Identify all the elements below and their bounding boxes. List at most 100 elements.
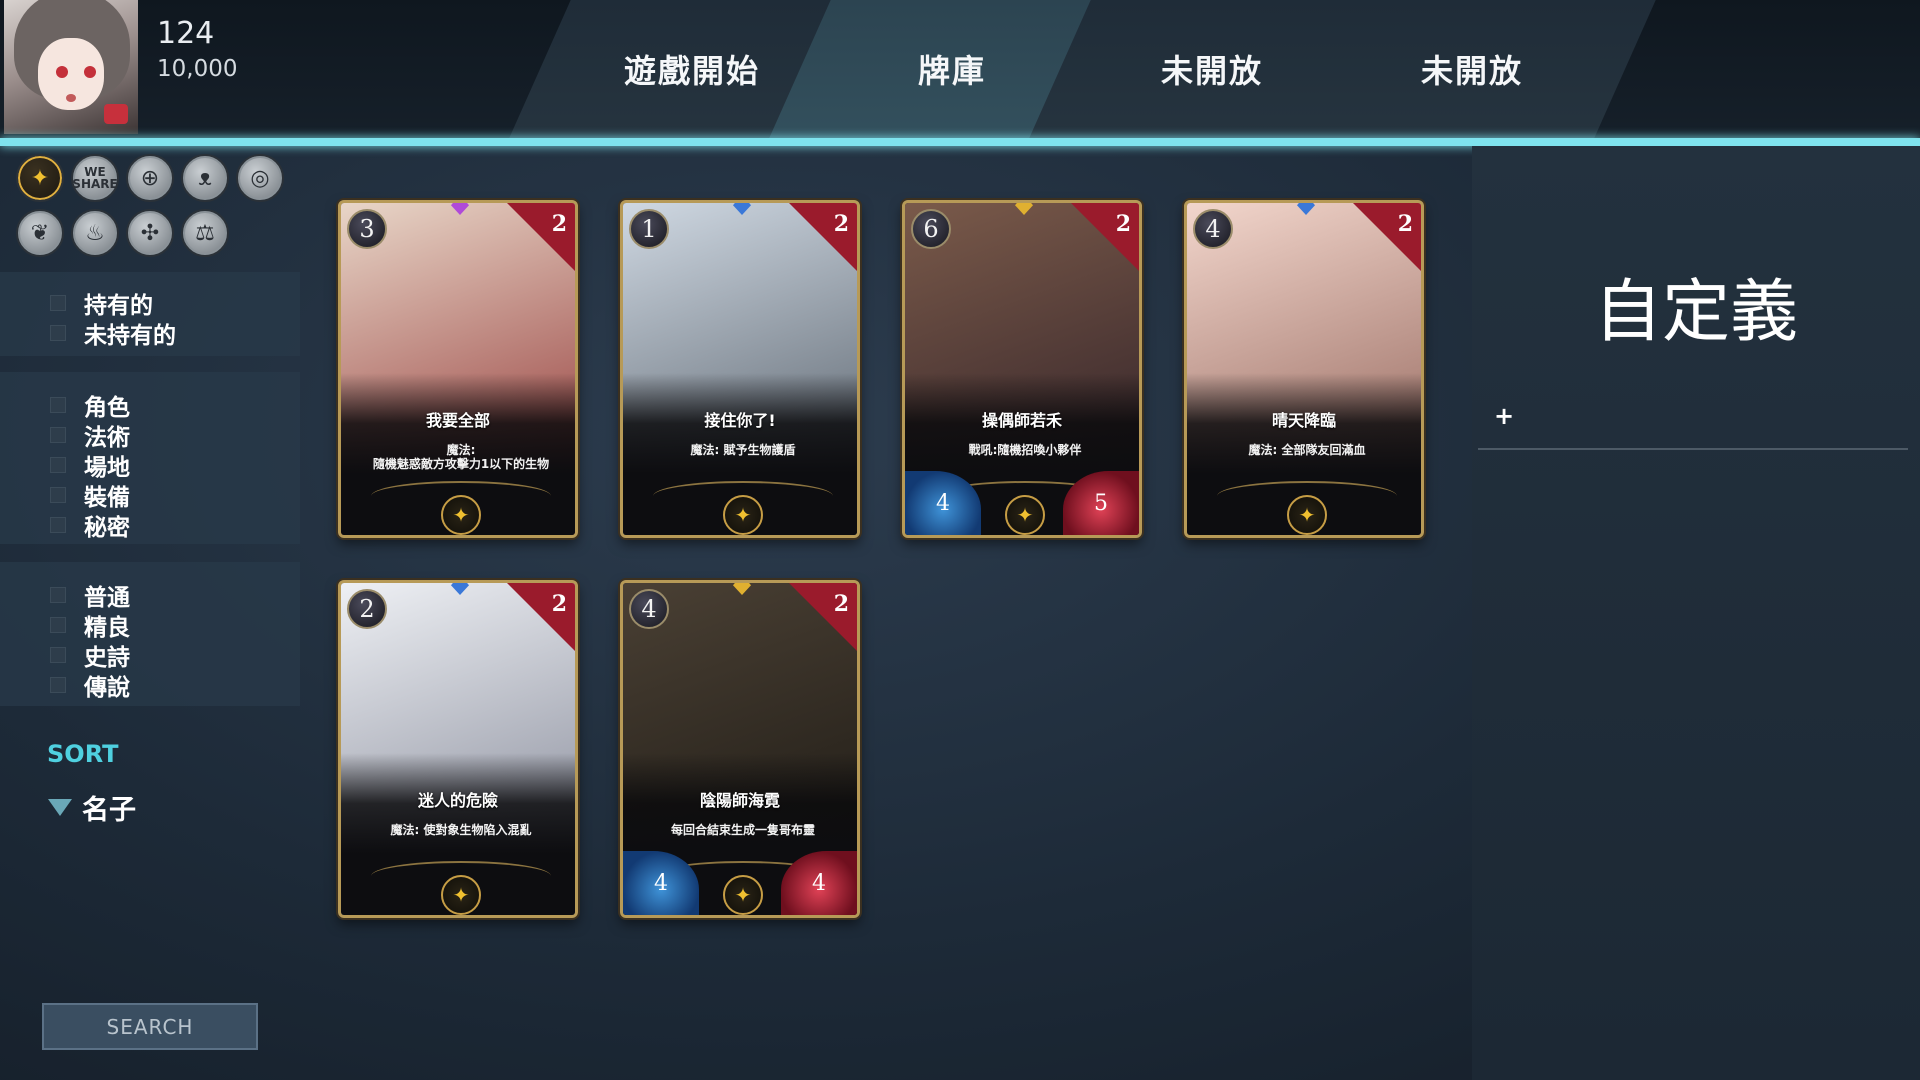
card-name: 我要全部: [425, 411, 490, 430]
card-desc-line: 每回合結束生成一隻哥布靈: [670, 823, 815, 837]
sort-title: SORT: [47, 740, 119, 768]
checkbox[interactable]: [50, 617, 66, 633]
card-count: 2: [833, 211, 849, 237]
tab-label: 未開放: [1421, 52, 1524, 90]
filter-not-owned[interactable]: 未持有的: [50, 316, 176, 350]
card-count: 2: [833, 591, 849, 617]
card[interactable]: 1 2 接住你了! 魔法: 賦予生物護盾 ✦: [620, 200, 860, 538]
type-filter-group: 角色 法術 場地 裝備 秘密: [0, 372, 300, 544]
divider: [1478, 448, 1908, 450]
text-logo-icon[interactable]: WE SHARE: [71, 154, 119, 202]
deck-panel-title: 自定義: [1593, 273, 1798, 352]
card-description: 魔法: 隨機魅惑敵方攻擊力1以下的生物: [351, 443, 571, 471]
filter-rarity-legendary[interactable]: 傳說: [50, 668, 130, 702]
tab-label: 未開放: [1161, 52, 1264, 90]
filter-type-field[interactable]: 場地: [50, 448, 130, 482]
filter-type-secret[interactable]: 秘密: [50, 508, 130, 542]
player-level: 124: [157, 16, 215, 51]
search-button[interactable]: SEARCH: [42, 1003, 258, 1050]
card-name: 接住你了!: [704, 411, 776, 430]
filter-rarity-common[interactable]: 普通: [50, 578, 130, 612]
filter-label: 史詩: [84, 645, 130, 671]
filter-type-character[interactable]: 角色: [50, 388, 130, 422]
checkbox[interactable]: [50, 647, 66, 663]
card-cost: 4: [1193, 209, 1233, 249]
checkbox[interactable]: [50, 427, 66, 443]
rarity-filter-group: 普通 精良 史詩 傳說: [0, 562, 300, 706]
rune-crest-icon[interactable]: ⊕: [126, 154, 174, 202]
checkbox[interactable]: [50, 487, 66, 503]
swirl-icon[interactable]: ◎: [236, 154, 284, 202]
card-desc-line: 隨機魅惑敵方攻擊力1以下的生物: [372, 457, 550, 471]
butterfly-icon: ✦: [441, 875, 481, 915]
card-desc-line: 魔法: 全部隊友回滿血: [1248, 443, 1366, 457]
filter-label: 持有的: [84, 293, 153, 319]
leaf-swirl-icon[interactable]: ❦: [16, 209, 64, 257]
filter-rarity-epic[interactable]: 史詩: [50, 638, 130, 672]
card-count: 2: [1397, 211, 1413, 237]
cat-face-icon[interactable]: ᴥ: [181, 154, 229, 202]
card-cost: 2: [347, 589, 387, 629]
card-count: 2: [551, 211, 567, 237]
card-description: 戰吼:隨機招喚小夥伴: [915, 443, 1135, 457]
checkbox[interactable]: [50, 325, 66, 341]
card[interactable]: 4 2 陰陽師海霓 每回合結束生成一隻哥布靈 4 4 ✦: [620, 580, 860, 918]
card-cost: 6: [911, 209, 951, 249]
sort-by-name-toggle[interactable]: 名子: [48, 788, 136, 827]
checkbox[interactable]: [50, 397, 66, 413]
card[interactable]: 2 2 迷人的危險魔法: 使對象生物陷入混亂 ✦: [338, 580, 578, 918]
card-description: 魔法: 全部隊友回滿血: [1197, 443, 1417, 457]
card-cost: 4: [629, 589, 669, 629]
card-name: 迷人的危險: [417, 791, 498, 810]
filter-label: 普通: [84, 585, 130, 611]
card-name: 操偶師若禾: [981, 411, 1062, 430]
butterfly-icon[interactable]: ✦: [16, 154, 64, 202]
filter-type-spell[interactable]: 法術: [50, 418, 130, 452]
card-count: 2: [551, 591, 567, 617]
card-description: 魔法: 使對象生物陷入混亂: [351, 823, 571, 837]
ownership-filter-group: 持有的 未持有的: [0, 272, 300, 356]
glyph-crest-icon[interactable]: ✣: [126, 209, 174, 257]
filter-label: 裝備: [84, 485, 130, 511]
card-desc-line: 魔法: 使對象生物陷入混亂: [390, 823, 532, 837]
checkbox[interactable]: [50, 517, 66, 533]
flame-icon[interactable]: ♨: [71, 209, 119, 257]
card-description: 每回合結束生成一隻哥布靈: [633, 823, 853, 837]
filter-owned[interactable]: 持有的: [50, 286, 153, 320]
sort-direction-icon[interactable]: [48, 799, 72, 816]
card-name: 陰陽師海霓: [699, 791, 780, 810]
card-desc-line: 戰吼:隨機招喚小夥伴: [968, 443, 1082, 457]
butterfly-icon: ✦: [1287, 495, 1327, 535]
card[interactable]: 6 2 操偶師若禾 戰吼:隨機招喚小夥伴 4 5 ✦: [902, 200, 1142, 538]
checkbox[interactable]: [50, 677, 66, 693]
tab-locked-2[interactable]: 未開放: [1289, 0, 1656, 138]
checkbox[interactable]: [50, 587, 66, 603]
scales-icon[interactable]: ⚖: [181, 209, 229, 257]
filter-type-equipment[interactable]: 裝備: [50, 478, 130, 512]
faction-logo-text: WE SHARE: [72, 165, 118, 191]
top-bar: 124 10,000 遊戲開始 牌庫 未開放 未開放: [0, 0, 1920, 140]
player-gold: 10,000: [157, 56, 238, 82]
butterfly-icon: ✦: [723, 875, 763, 915]
custom-deck-panel: 自定義 +: [1472, 146, 1920, 1080]
card[interactable]: 3 2 我要全部魔法: 隨機魅惑敵方攻擊力1以下的生物 ✦: [338, 200, 578, 538]
add-deck-button[interactable]: +: [1494, 402, 1514, 430]
filter-label: 法術: [84, 425, 130, 451]
player-avatar[interactable]: [4, 0, 138, 134]
card[interactable]: 4 2 晴天降臨魔法: 全部隊友回滿血 ✦: [1184, 200, 1424, 538]
card-cost: 3: [347, 209, 387, 249]
checkbox[interactable]: [50, 457, 66, 473]
filter-label: 角色: [84, 395, 130, 421]
tab-label: 牌庫: [918, 52, 987, 90]
butterfly-icon: ✦: [1005, 495, 1045, 535]
card-desc-line: 魔法: 賦予生物護盾: [690, 443, 796, 457]
filter-label: 秘密: [84, 515, 130, 541]
filter-label: 精良: [84, 615, 130, 641]
tab-label: 遊戲開始: [624, 52, 761, 90]
filter-rarity-rare[interactable]: 精良: [50, 608, 130, 642]
checkbox[interactable]: [50, 295, 66, 311]
filter-label: 未持有的: [84, 323, 176, 349]
card-count: 2: [1115, 211, 1131, 237]
card-name: 晴天降臨: [1271, 411, 1336, 430]
butterfly-icon: ✦: [441, 495, 481, 535]
